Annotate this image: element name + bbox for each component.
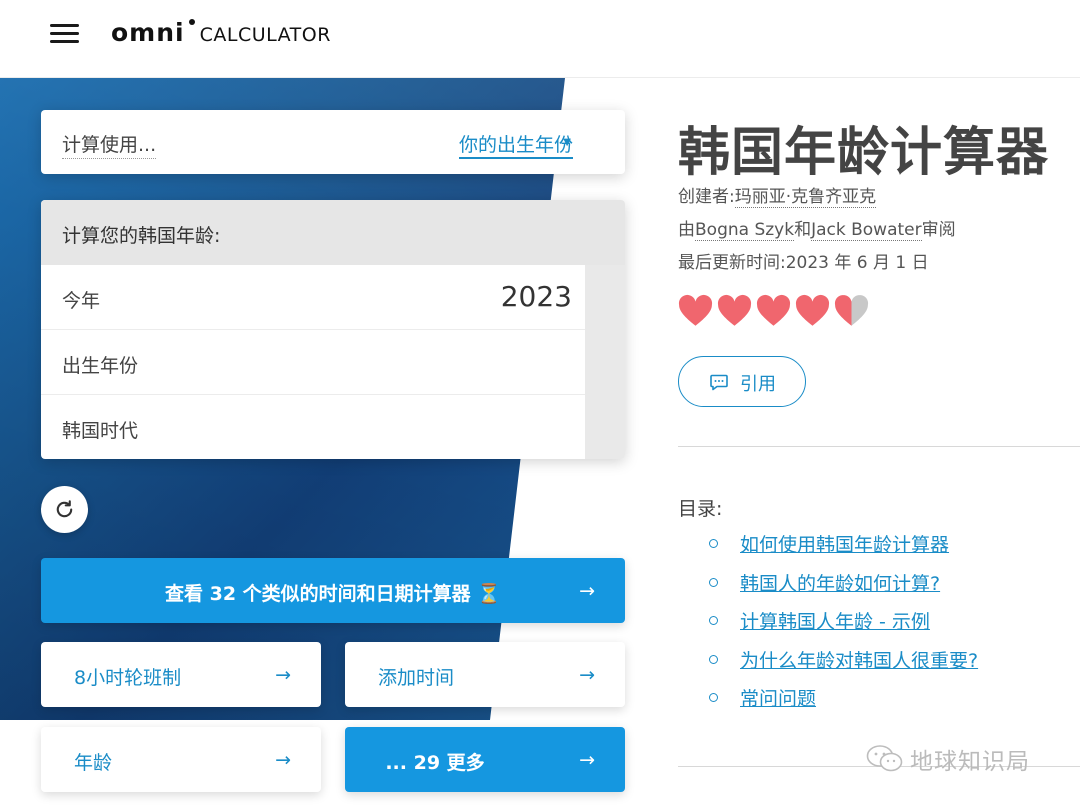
age-button[interactable]: 年龄 → (41, 727, 321, 792)
arrow-right-icon: → (579, 748, 595, 771)
add-time-label: 添加时间 (378, 667, 455, 689)
half-heart-icon[interactable] (834, 294, 869, 329)
top-header: omni CALCULATOR (0, 0, 1080, 78)
wechat-icon (866, 745, 903, 772)
reviewer-link-1[interactable]: Bogna Szyk (695, 220, 795, 241)
toc-title: 目录: (678, 498, 723, 520)
arrow-right-icon: → (579, 663, 595, 686)
review-prefix: 由 (678, 220, 695, 240)
table-of-contents: 如何使用韩国年龄计算器 韩国人的年龄如何计算? 计算韩国人年龄 - 示例 为什么… (707, 530, 978, 723)
creator-line: 创建者:玛丽亚·克鲁齐亚克 (678, 182, 877, 208)
watermark: 地球知识局 (866, 742, 1030, 776)
heart-icon[interactable] (717, 294, 752, 329)
calculate-using-selector: 计算使用... 你的出生年份 ▼ (41, 110, 625, 174)
field-korean-age-label: 韩国时代 (62, 420, 139, 442)
creator-prefix: 创建者: (678, 187, 735, 207)
calculate-using-dropdown[interactable]: 你的出生年份 (458, 130, 573, 159)
refresh-icon (56, 500, 73, 518)
similar-calculators-label: 查看 32 个类似的时间和日期计算器 ⏳ (165, 583, 501, 605)
heart-icon[interactable] (795, 294, 830, 329)
toc-link-how-to-use[interactable]: 如何使用韩国年龄计算器 (740, 534, 949, 556)
field-this-year-label: 今年 (62, 290, 101, 312)
page-title: 韩国年龄计算器 (678, 123, 1050, 183)
calculate-using-label: 计算使用... (62, 130, 157, 159)
arrow-right-icon: → (275, 748, 291, 771)
heart-icon[interactable] (678, 294, 713, 329)
more-calculators-button[interactable]: ... 29 更多 → (345, 727, 625, 792)
dropdown-caret-icon[interactable]: ▼ (563, 137, 571, 148)
omni-logo[interactable]: omni CALCULATOR (111, 18, 331, 47)
logo-calculator-text: CALCULATOR (199, 24, 331, 46)
toc-item: 为什么年龄对韩国人很重要? (707, 646, 978, 685)
age-label: 年龄 (74, 752, 113, 774)
rating-hearts[interactable] (678, 294, 869, 329)
comment-icon (710, 374, 728, 391)
form-heading: 计算您的韩国年龄: (62, 225, 221, 247)
field-this-year[interactable]: 今年 2023 (41, 265, 585, 330)
toc-link-why-important[interactable]: 为什么年龄对韩国人很重要? (740, 650, 978, 672)
shift-8h-button[interactable]: 8小时轮班制 → (41, 642, 321, 707)
field-birth-year[interactable]: 出生年份 (41, 330, 585, 395)
creator-link[interactable]: 玛丽亚·克鲁齐亚克 (734, 187, 877, 208)
shift-8h-label: 8小时轮班制 (74, 667, 182, 689)
heart-icon[interactable] (756, 294, 791, 329)
toc-link-example[interactable]: 计算韩国人年龄 - 示例 (740, 611, 930, 633)
more-calculators-label: ... 29 更多 (385, 752, 485, 774)
toc-item: 常问问题 (707, 684, 978, 723)
toc-link-how-calculated[interactable]: 韩国人的年龄如何计算? (740, 573, 940, 595)
form-side-gutter (585, 265, 625, 459)
reset-button[interactable] (41, 486, 88, 533)
toc-item: 计算韩国人年龄 - 示例 (707, 607, 978, 646)
cite-label: 引用 (740, 374, 776, 395)
field-korean-age[interactable]: 韩国时代 (41, 395, 585, 459)
similar-calculators-button[interactable]: 查看 32 个类似的时间和日期计算器 ⏳ → (41, 558, 625, 623)
toc-link-faq[interactable]: 常问问题 (740, 688, 816, 710)
field-this-year-input[interactable]: 2023 (501, 280, 572, 313)
toc-item: 韩国人的年龄如何计算? (707, 569, 978, 608)
cite-button[interactable]: 引用 (678, 356, 806, 407)
form-heading-bar: 计算您的韩国年龄: (41, 200, 625, 265)
add-time-button[interactable]: 添加时间 → (345, 642, 625, 707)
watermark-text: 地球知识局 (910, 749, 1030, 775)
field-birth-year-label: 出生年份 (62, 355, 139, 377)
logo-omni-text: omni (111, 18, 185, 47)
divider (678, 446, 1080, 447)
calculator-form: 计算您的韩国年龄: 今年 2023 出生年份 韩国时代 (41, 200, 625, 459)
arrow-right-icon: → (579, 579, 595, 602)
reviewer-link-2[interactable]: Jack Bowater (811, 220, 922, 241)
review-suffix: 审阅 (921, 220, 956, 240)
arrow-right-icon: → (275, 663, 291, 686)
review-and: 和 (794, 220, 812, 240)
reviewer-line: 由Bogna Szyk和Jack Bowater审阅 (678, 215, 956, 241)
toc-item: 如何使用韩国年龄计算器 (707, 530, 978, 569)
hamburger-menu-icon[interactable] (50, 22, 80, 44)
last-updated: 最后更新时间:2023 年 6 月 1 日 (678, 253, 929, 273)
